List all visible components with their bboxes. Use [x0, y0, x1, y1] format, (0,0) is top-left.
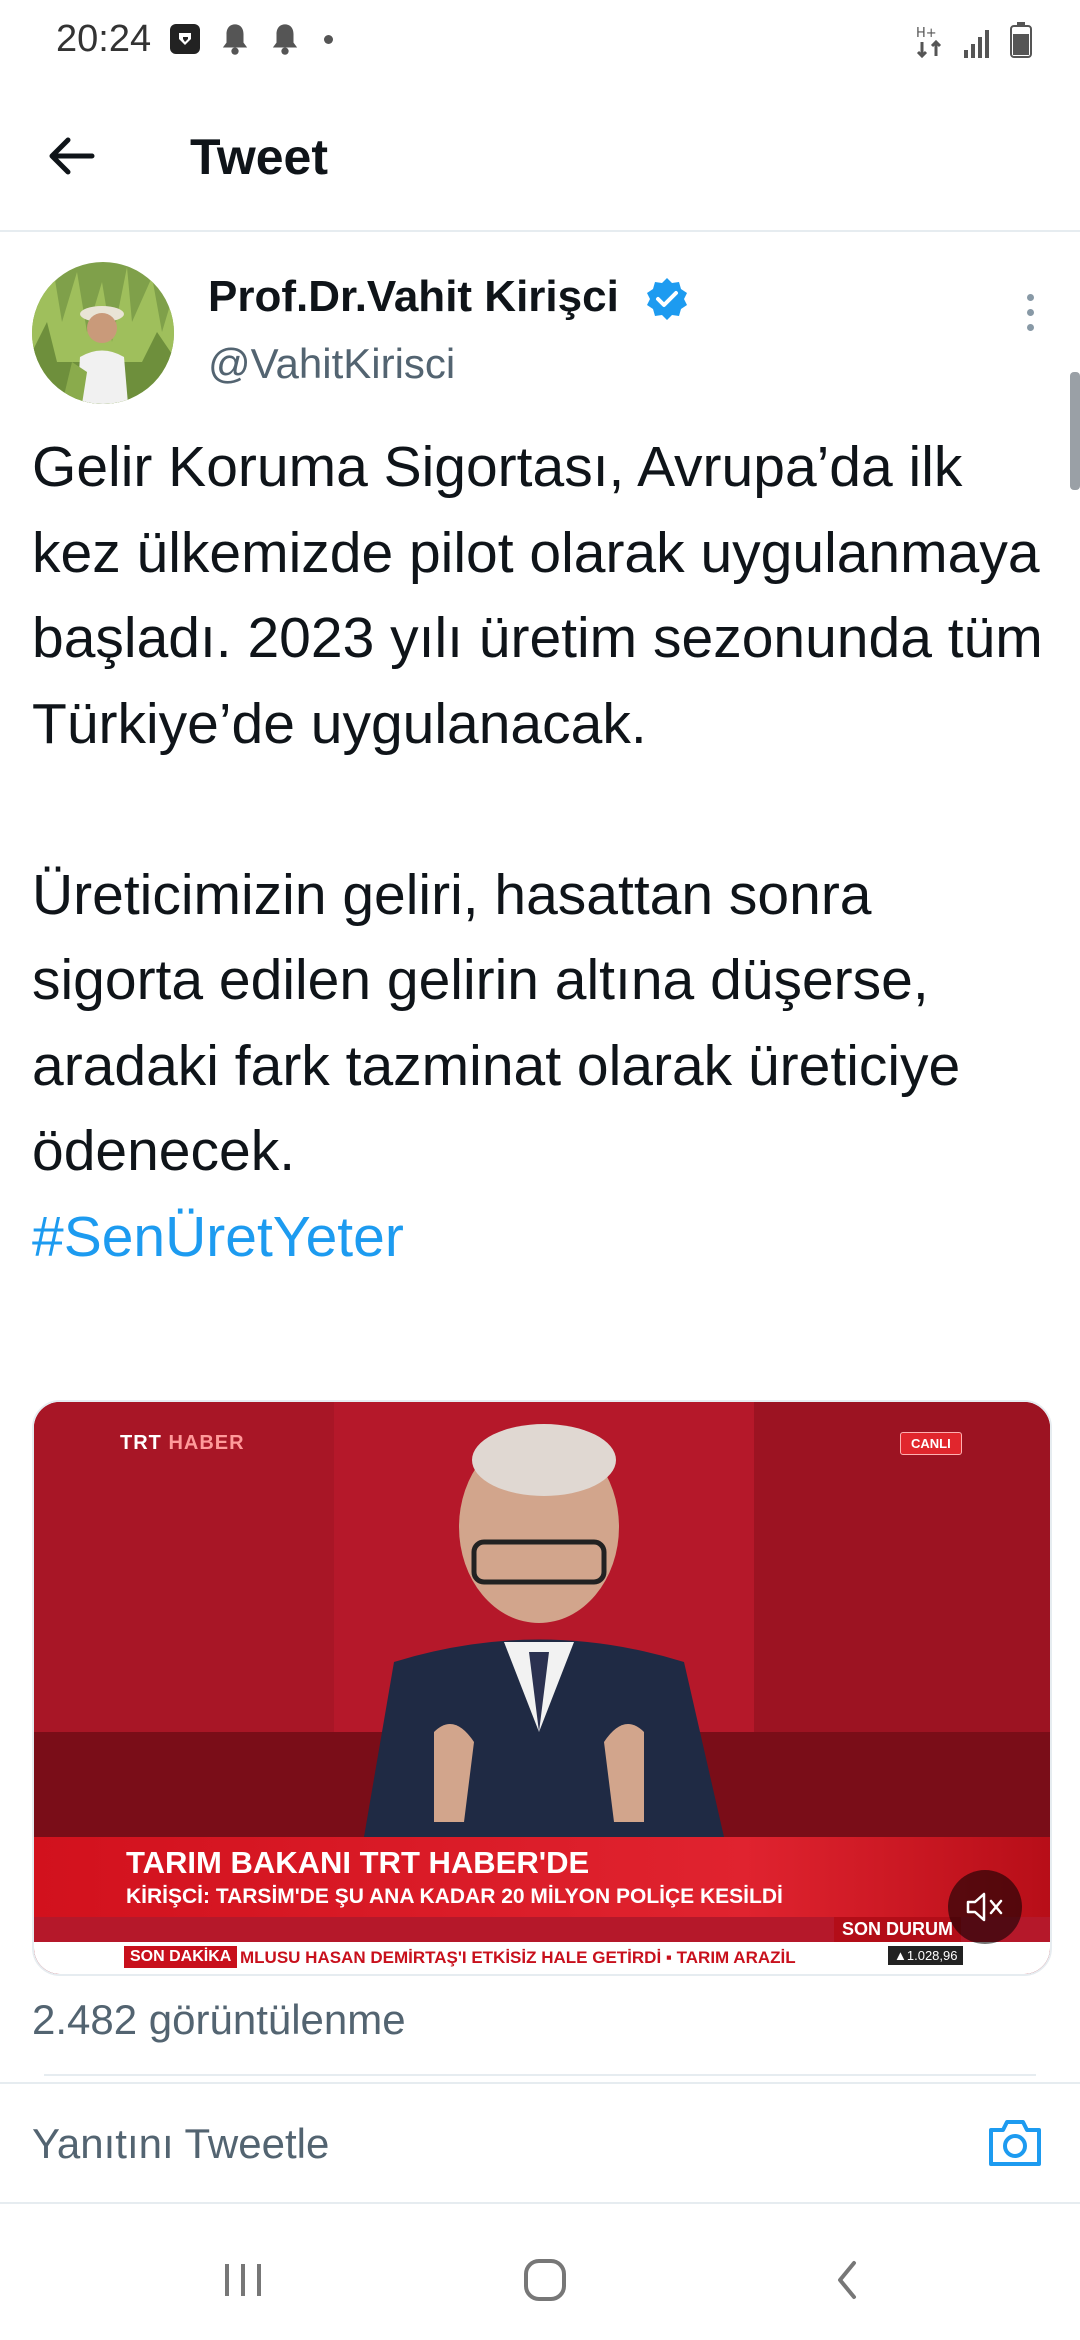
system-nav-bar: [0, 2220, 1080, 2340]
back-button[interactable]: [40, 124, 104, 188]
author-avatar[interactable]: [32, 262, 174, 404]
camera-button[interactable]: [986, 2116, 1044, 2170]
channel-sub: HABER: [168, 1432, 245, 1454]
more-dot: [1026, 323, 1034, 331]
video-subheadline: KİRİŞCİ: TARSİM'DE ŞU ANA KADAR 20 MİLYO…: [126, 1885, 783, 1908]
hashtag-link[interactable]: #SenÜretYeter: [32, 1205, 404, 1269]
back-icon: [838, 2261, 856, 2299]
system-back-button[interactable]: [812, 2250, 882, 2310]
camera-icon: [989, 2120, 1041, 2166]
recent-apps-icon: [225, 2264, 261, 2296]
more-dot: [1026, 308, 1034, 316]
video-player[interactable]: TRT HABER CANLI TARIM BAKANI TRT HABER'D…: [32, 1400, 1052, 1976]
bell-icon: [222, 24, 248, 55]
tweet-text: Gelir Koruma Sigortası, Avrupa’da ilk ke…: [32, 425, 1052, 1280]
home-button[interactable]: [510, 2250, 580, 2310]
status-time: 20:24: [56, 18, 152, 60]
ticker-text: MLUSU HASAN DEMİRTAŞ'I ETKİSİZ HALE GETİ…: [240, 1948, 796, 1967]
reply-input[interactable]: Yanıtını Tweetle: [32, 2120, 329, 2168]
data-arrows-icon: H+: [916, 26, 942, 58]
view-count: 2.482 görüntülenme: [32, 1996, 406, 2043]
home-icon: [524, 2259, 566, 2301]
live-badge: CANLI: [900, 1432, 962, 1455]
divider: [44, 2074, 1036, 2076]
bell-icon: [272, 24, 298, 55]
avatar-image: [32, 262, 174, 404]
mute-button[interactable]: [948, 1870, 1022, 1944]
status-notification-icons: [170, 22, 333, 56]
video-headline: TARIM BAKANI TRT HABER'DE: [126, 1845, 590, 1880]
battery-icon: [1010, 22, 1032, 58]
svg-text:H+: H+: [916, 26, 937, 41]
verified-badge-icon: [647, 278, 687, 320]
ticker-index: ▲1.028,96: [888, 1946, 964, 1965]
news-ticker: SON DAKİKA MLUSU HASAN DEMİRTAŞ'I ETKİSİ…: [34, 1942, 1050, 1974]
son-durum-label: SON DURUM: [834, 1917, 961, 1942]
signal-icon: [964, 30, 989, 58]
channel-brand: TRT: [120, 1432, 162, 1454]
status-bar: 20:24 H+: [0, 0, 1080, 84]
app-notification-icon: [170, 24, 200, 54]
speaker-muted-icon: [966, 1892, 1003, 1922]
author-handle[interactable]: @VahitKirisci: [208, 340, 455, 388]
ticker-tag: SON DAKİKA: [124, 1946, 238, 1968]
lower-third-banner: TARIM BAKANI TRT HABER'DE KİRİŞCİ: TARSİ…: [34, 1837, 1050, 1917]
tweet-body: Gelir Koruma Sigortası, Avrupa’da ilk ke…: [32, 435, 1043, 1183]
reply-bar: Yanıtını Tweetle: [0, 2082, 1080, 2204]
top-app-bar: Tweet: [0, 84, 1080, 232]
arrow-left-icon: [49, 137, 95, 175]
author-name[interactable]: Prof.Dr.Vahit Kirişci: [208, 272, 619, 322]
more-dot: [1026, 293, 1034, 301]
recent-apps-button[interactable]: [208, 2250, 278, 2310]
scrollbar-thumb[interactable]: [1070, 372, 1080, 490]
channel-logo: TRT HABER: [120, 1432, 245, 1455]
page-title: Tweet: [190, 129, 328, 185]
more-options-button[interactable]: [1010, 282, 1050, 342]
status-system-icons: H+: [916, 22, 1032, 58]
dot-icon: [324, 34, 333, 44]
